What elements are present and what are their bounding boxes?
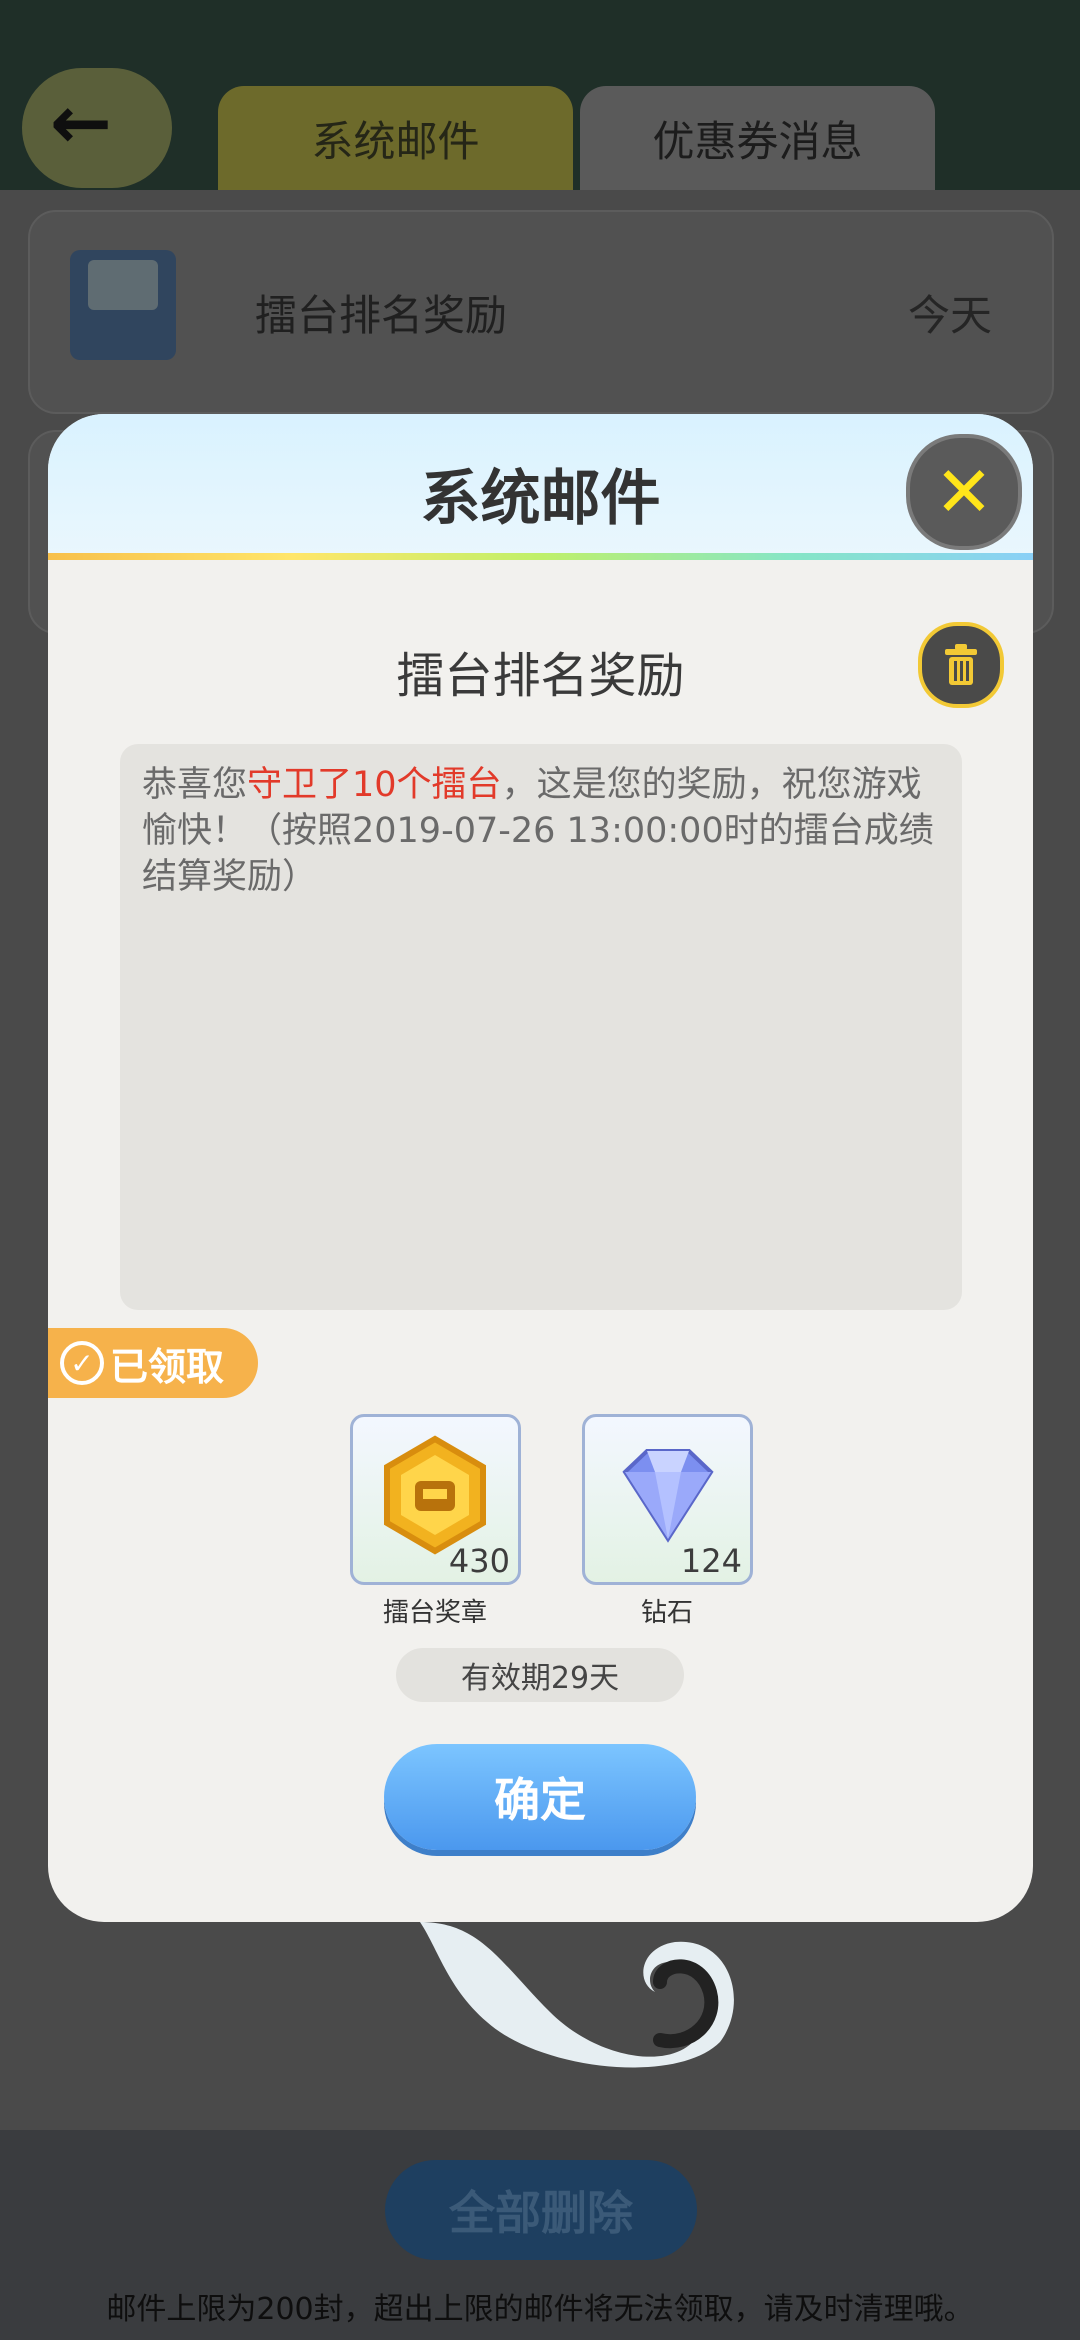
mail-content: 恭喜您守卫了10个擂台，这是您的奖励，祝您游戏愉快！（按照2019-07-26 … (120, 744, 962, 1310)
reward-label: 钻石 (640, 1598, 693, 1628)
header-divider (48, 553, 1033, 560)
mail-limit-note: 邮件上限为200封，超出上限的邮件将无法领取，请及时清理哦。 (106, 2292, 974, 2327)
claimed-label: 已领取 (110, 1344, 225, 1389)
list-item[interactable]: 擂台排名奖励 今天 (28, 210, 1054, 414)
reward-item-medal[interactable]: 430 (350, 1414, 521, 1585)
reward-label: 擂台奖章 (382, 1598, 487, 1628)
dialog-tail-decoration (420, 1922, 734, 2068)
reward-item-diamond[interactable]: 124 (582, 1414, 753, 1585)
dialog-title: 系统邮件 (420, 464, 661, 534)
trash-icon (945, 644, 977, 685)
check-circle-icon: ✓ (60, 1341, 104, 1385)
close-button[interactable]: ✕ (906, 434, 1022, 550)
dialog-header: 系统邮件 (48, 414, 1033, 560)
mail-envelope-icon (70, 250, 176, 360)
validity-badge: 有效期29天 (396, 1648, 684, 1702)
content-highlight: 守卫了10个擂台 (247, 765, 502, 805)
delete-mail-button[interactable] (918, 622, 1004, 708)
mail-item-title: 擂台排名奖励 (255, 291, 508, 340)
mail-item-date: 今天 (907, 291, 992, 340)
back-button[interactable]: ← (22, 68, 172, 188)
claimed-badge: ✓ 已领取 (48, 1328, 258, 1398)
reward-count: 124 (680, 1542, 742, 1580)
confirm-button[interactable]: 确定 (384, 1744, 696, 1850)
tab-coupon-messages[interactable]: 优惠券消息 (580, 86, 935, 190)
tab-system-mail[interactable]: 系统邮件 (218, 86, 573, 190)
mail-title: 擂台排名奖励 (396, 648, 685, 704)
delete-all-button[interactable]: 全部删除 (385, 2160, 697, 2260)
mail-detail-dialog: 系统邮件 擂台排名奖励 恭喜您守卫了10个擂台，这是您的奖励，祝您游戏愉快！（按… (48, 414, 1033, 1922)
content-text: 恭喜您 (142, 765, 248, 805)
back-arrow-icon: ← (50, 80, 113, 166)
reward-count: 430 (448, 1542, 510, 1580)
close-icon: ✕ (934, 451, 994, 533)
